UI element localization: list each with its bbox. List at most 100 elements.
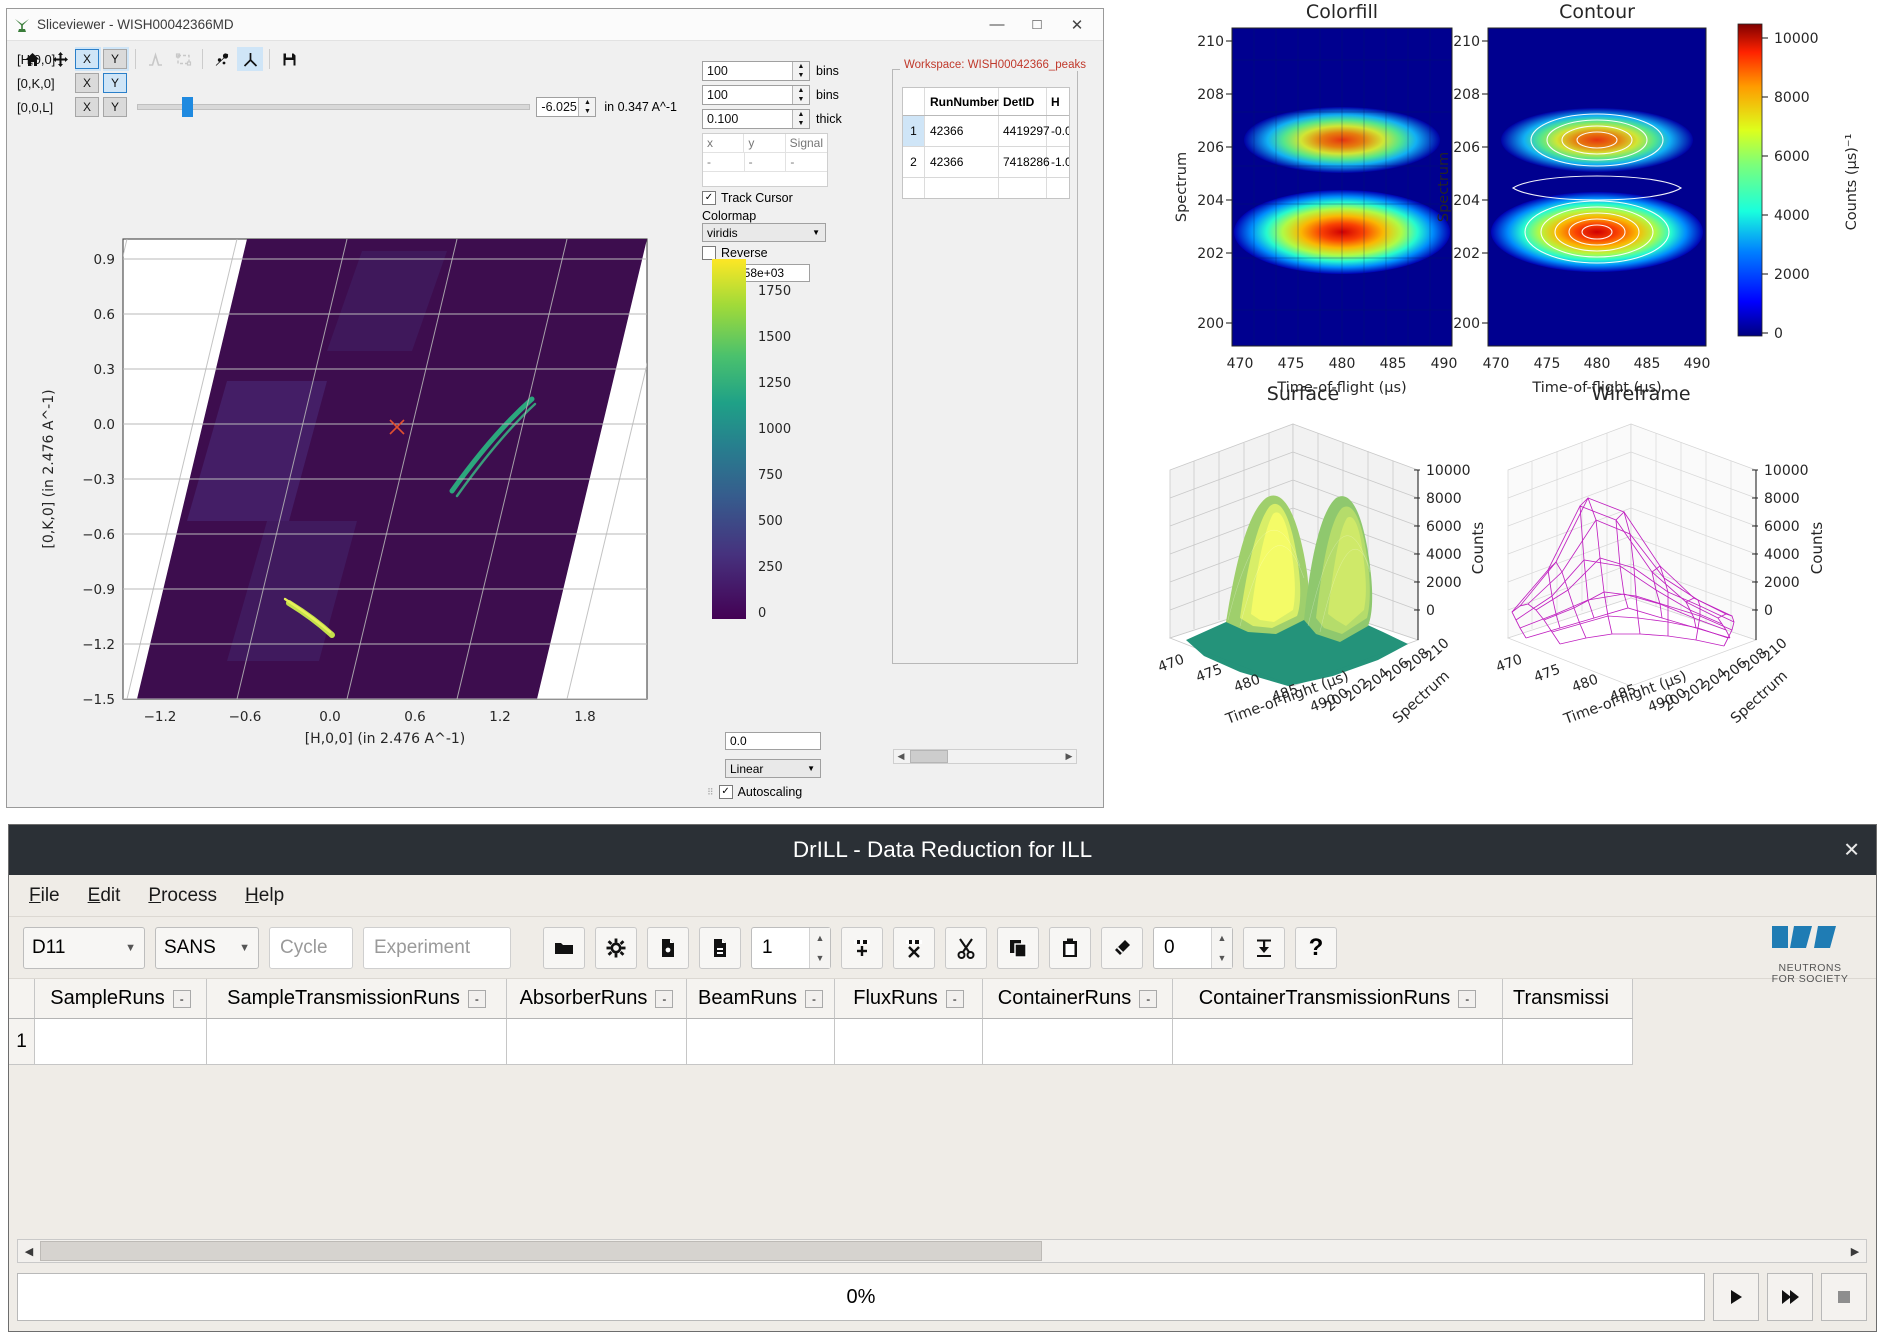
row-number-cell[interactable]: 1 — [9, 1019, 35, 1065]
table-row[interactable]: 1 — [9, 1019, 1876, 1065]
group-stepper[interactable]: 0 ▲▼ — [1153, 927, 1233, 969]
column-menu-icon[interactable]: - — [1139, 990, 1157, 1008]
peaks-col-runnumber[interactable]: RunNumber — [925, 88, 999, 115]
svg-text:−0.6: −0.6 — [229, 709, 262, 725]
cell-sampletransmissionruns[interactable] — [207, 1019, 507, 1065]
column-menu-icon[interactable]: - — [173, 990, 191, 1008]
column-menu-icon[interactable]: - — [805, 990, 823, 1008]
process-icon[interactable] — [1243, 927, 1285, 969]
autoscaling-checkbox[interactable]: ⠿ ✓ Autoscaling — [707, 785, 802, 799]
slice-value-spinner[interactable]: ▲▼ — [578, 98, 595, 116]
save-icon[interactable] — [699, 927, 741, 969]
paste-icon[interactable] — [1049, 927, 1091, 969]
close-button[interactable]: ✕ — [1057, 10, 1097, 40]
stop-icon[interactable] — [1821, 1273, 1867, 1321]
menu-edit[interactable]: Edit — [88, 885, 121, 907]
column-menu-icon[interactable]: - — [468, 990, 486, 1008]
cursor-header-x: x — [703, 134, 744, 152]
minimize-button[interactable]: — — [977, 10, 1017, 40]
cmin-field[interactable]: 0.0 — [725, 732, 821, 750]
dimension-l-y-button[interactable]: Y — [103, 97, 127, 117]
peaks-table[interactable]: RunNumber DetID H 1 42366 4419297 -0.00 … — [902, 87, 1070, 199]
reverse-checkbox[interactable]: Reverse — [702, 246, 882, 260]
scale-select[interactable]: Linear ▼ — [725, 759, 821, 778]
column-header-sampleruns[interactable]: SampleRuns - — [35, 979, 207, 1019]
bins-field-2[interactable]: 100 ▲▼ — [702, 85, 810, 105]
scroll-left-icon[interactable]: ◀ — [894, 751, 908, 762]
fast-forward-icon[interactable] — [1767, 1273, 1813, 1321]
add-row-icon[interactable] — [841, 927, 883, 969]
column-header-transmission[interactable]: Transmissi — [1503, 979, 1633, 1019]
column-header-absorberruns[interactable]: AbsorberRuns - — [507, 979, 687, 1019]
drill-scroll-thumb[interactable] — [40, 1241, 1042, 1261]
dimension-l-x-button[interactable]: X — [75, 97, 99, 117]
group-spinner[interactable]: ▲▼ — [1211, 928, 1232, 968]
slice-slider-handle[interactable] — [182, 97, 193, 117]
close-icon[interactable]: ✕ — [1843, 838, 1860, 863]
track-cursor-checkbox[interactable]: ✓ Track Cursor — [702, 191, 882, 205]
dimension-k-y-button[interactable]: Y — [103, 73, 127, 93]
peaks-row2-run: 42366 — [925, 147, 999, 177]
thickness-field[interactable]: 0.100 ▲▼ — [702, 109, 810, 129]
column-header-containerruns[interactable]: ContainerRuns - — [983, 979, 1173, 1019]
play-icon[interactable] — [1713, 1273, 1759, 1321]
maximize-button[interactable]: □ — [1017, 10, 1057, 40]
rows-count-stepper[interactable]: 1 ▲▼ — [751, 927, 831, 969]
slice-slider[interactable] — [137, 104, 530, 110]
sliceviewer-plot[interactable]: 0.90.6 0.30.0 −0.3−0.6 −0.9−1.2 −1.5 −1.… — [27, 191, 687, 751]
menu-help[interactable]: Help — [245, 885, 284, 907]
column-header-sampletransmissionruns[interactable]: SampleTransmissionRuns - — [207, 979, 507, 1019]
column-header-beamruns[interactable]: BeamRuns - — [687, 979, 835, 1019]
cell-containerruns[interactable] — [983, 1019, 1173, 1065]
bins-field-1[interactable]: 100 ▲▼ — [702, 61, 810, 81]
column-menu-icon[interactable]: - — [1458, 990, 1476, 1008]
slice-value-field[interactable]: -6.025 ▲▼ — [536, 97, 596, 117]
column-header-fluxruns[interactable]: FluxRuns - — [835, 979, 983, 1019]
cell-sampleruns[interactable] — [35, 1019, 207, 1065]
scroll-right-icon[interactable]: ▶ — [1062, 751, 1076, 762]
copy-icon[interactable] — [997, 927, 1039, 969]
drill-horizontal-scrollbar[interactable]: ◀ ▶ — [17, 1239, 1867, 1263]
column-header-containertransmissionruns[interactable]: ContainerTransmissionRuns - — [1173, 979, 1503, 1019]
erase-icon[interactable] — [1101, 927, 1143, 969]
cycle-input[interactable]: Cycle — [269, 927, 353, 969]
peaks-col-h[interactable]: H — [1047, 88, 1069, 115]
bins-spinner-2[interactable]: ▲▼ — [792, 86, 809, 104]
dimension-h-y-button[interactable]: Y — [103, 49, 127, 69]
peaks-horizontal-scrollbar[interactable]: ◀ ▶ — [893, 749, 1077, 764]
cut-icon[interactable] — [945, 927, 987, 969]
thickness-spinner[interactable]: ▲▼ — [792, 110, 809, 128]
column-menu-icon[interactable]: - — [655, 990, 673, 1008]
mantid-plot-figure[interactable]: Colorfill 210208 206204 202200 — [1108, 0, 1885, 808]
export-icon[interactable] — [647, 927, 689, 969]
colormap-select[interactable]: viridis ▼ — [702, 223, 826, 242]
ill-logo: NEUTRONS FOR SOCIETY — [1768, 922, 1852, 985]
dimension-k-x-button[interactable]: X — [75, 73, 99, 93]
delete-row-icon[interactable] — [893, 927, 935, 969]
load-rundex-icon[interactable] — [543, 927, 585, 969]
settings-icon[interactable] — [595, 927, 637, 969]
cell-beamruns[interactable] — [687, 1019, 835, 1065]
menu-file[interactable]: File — [29, 885, 60, 907]
bins-spinner-1[interactable]: ▲▼ — [792, 62, 809, 80]
table-row[interactable]: 2 42366 7418286 -1.00 — [903, 147, 1069, 178]
peaks-scroll-thumb[interactable] — [910, 750, 948, 763]
peaks-col-detid[interactable]: DetID — [999, 88, 1047, 115]
scroll-right-icon[interactable]: ▶ — [1844, 1245, 1866, 1258]
cell-containertransmissionruns[interactable] — [1173, 1019, 1503, 1065]
cell-fluxruns[interactable] — [835, 1019, 983, 1065]
help-icon[interactable]: ? — [1295, 927, 1337, 969]
technique-select[interactable]: SANS ▼ — [155, 927, 259, 969]
menu-process[interactable]: Process — [148, 885, 217, 907]
instrument-select[interactable]: D11 ▼ — [23, 927, 145, 969]
dimension-h-x-button[interactable]: X — [75, 49, 99, 69]
column-menu-icon[interactable]: - — [946, 990, 964, 1008]
table-row[interactable]: 1 42366 4419297 -0.00 — [903, 116, 1069, 147]
drill-table[interactable]: SampleRuns - SampleTransmissionRuns - Ab… — [9, 979, 1876, 1071]
cursor-table-header: x y Signal — [703, 134, 827, 153]
cell-transmission[interactable] — [1503, 1019, 1633, 1065]
cell-absorberruns[interactable] — [507, 1019, 687, 1065]
experiment-input[interactable]: Experiment — [363, 927, 511, 969]
rows-count-spinner[interactable]: ▲▼ — [809, 928, 830, 968]
scroll-left-icon[interactable]: ◀ — [18, 1245, 40, 1258]
